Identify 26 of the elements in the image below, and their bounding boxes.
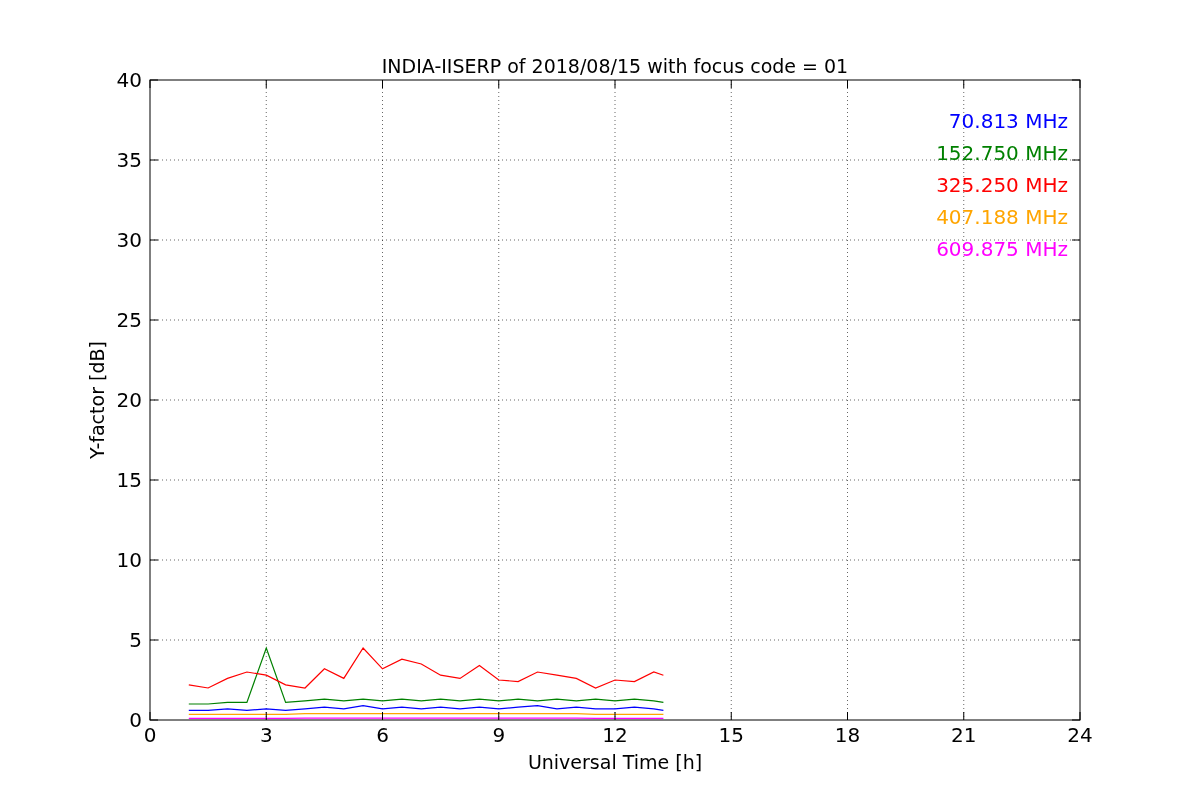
- legend-label: 407.188 MHz: [936, 205, 1068, 229]
- legend-label: 609.875 MHz: [936, 237, 1068, 261]
- legend-label: 325.250 MHz: [936, 173, 1068, 197]
- x-tick-label: 18: [834, 723, 861, 747]
- x-tick-label: 12: [602, 723, 628, 747]
- y-axis-label: Y-factor [dB]: [86, 341, 108, 459]
- x-tick-label: 6: [376, 723, 389, 747]
- x-tick-label: 24: [1067, 723, 1093, 747]
- y-tick-label: 15: [116, 468, 142, 492]
- chart-title: INDIA-IISERP of 2018/08/15 with focus code = 01: [381, 55, 849, 77]
- x-tick-label: 15: [718, 723, 744, 747]
- y-tick-label: 30: [116, 228, 142, 252]
- legend-label: 152.750 MHz: [936, 141, 1068, 165]
- x-tick-label: 3: [259, 723, 273, 747]
- x-tick-label: 9: [492, 723, 506, 747]
- x-tick-label: 0: [143, 723, 157, 747]
- y-tick-label: 35: [116, 148, 142, 172]
- y-tick-label: 20: [116, 388, 142, 412]
- x-tick-label: 21: [951, 723, 977, 747]
- y-tick-label: 5: [129, 628, 142, 652]
- y-tick-label: 25: [116, 308, 142, 332]
- y-tick-label: 0: [129, 708, 142, 732]
- y-tick-label: 10: [116, 548, 142, 572]
- y-tick-label: 40: [116, 68, 142, 92]
- x-axis-label: Universal Time [h]: [527, 751, 703, 773]
- legend-label: 70.813 MHz: [948, 109, 1068, 133]
